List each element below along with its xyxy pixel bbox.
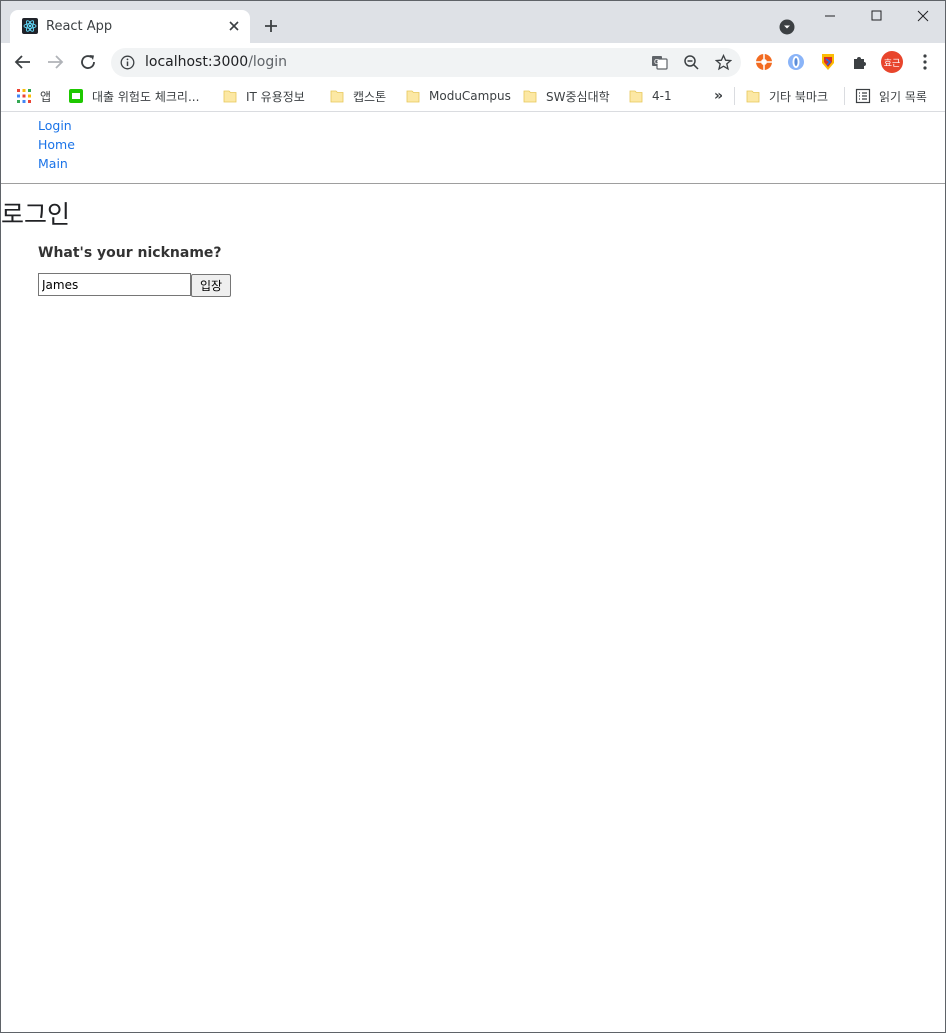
profile-avatar[interactable]: 효근 bbox=[881, 51, 903, 73]
bookmark-label: 캡스톤 bbox=[353, 89, 387, 104]
bookmark-star-icon[interactable] bbox=[714, 53, 733, 71]
tab-search-icon[interactable] bbox=[779, 19, 795, 35]
bookmark-item-4[interactable]: SW중심대학 bbox=[522, 86, 610, 106]
bookmark-other-label: 기타 북마크 bbox=[769, 89, 829, 104]
bookmark-item-1[interactable]: IT 유용정보 bbox=[222, 86, 305, 106]
svg-text:G: G bbox=[654, 58, 659, 66]
bookmarks-bar: 앱 대출 위험도 체크리... IT 유용정보 캡스톤 ModuCampus S… bbox=[1, 81, 945, 112]
bookmarks-divider bbox=[734, 87, 735, 105]
bookmark-item-2[interactable]: 캡스톤 bbox=[329, 86, 386, 106]
react-favicon-icon bbox=[22, 18, 38, 34]
folder-icon bbox=[523, 90, 537, 103]
nickname-input[interactable] bbox=[38, 273, 191, 296]
url-text: localhost:3000/login bbox=[145, 54, 287, 70]
menu-kebab-icon[interactable] bbox=[916, 53, 934, 71]
nickname-question-label: What's your nickname? bbox=[38, 245, 222, 261]
tab-close-icon[interactable] bbox=[226, 18, 242, 34]
tab-strip: React App bbox=[1, 1, 945, 43]
nav-link-home[interactable]: Home bbox=[38, 135, 75, 154]
bookmark-item-0[interactable]: 대출 위험도 체크리... bbox=[68, 86, 199, 106]
extension-shield-icon[interactable] bbox=[819, 53, 837, 71]
apps-grid-icon bbox=[17, 89, 31, 103]
window-close-icon[interactable] bbox=[899, 1, 945, 31]
bookmarks-overflow-chevron-icon[interactable]: » bbox=[714, 86, 723, 106]
app-nav: Login Home Main bbox=[38, 116, 75, 173]
bookmark-label: 대출 위험도 체크리... bbox=[92, 89, 200, 104]
folder-icon bbox=[223, 90, 237, 103]
extensions-puzzle-icon[interactable] bbox=[851, 53, 869, 71]
page-content: Login Home Main 로그인 What's your nickname… bbox=[1, 113, 945, 1032]
zoom-out-icon[interactable] bbox=[683, 54, 700, 71]
tab-title: React App bbox=[46, 19, 113, 34]
window-minimize-icon[interactable] bbox=[807, 1, 853, 31]
reading-list-label: 읽기 목록 bbox=[879, 89, 927, 104]
reload-icon[interactable] bbox=[78, 52, 98, 72]
bookmark-label: 4-1 bbox=[652, 89, 672, 103]
browser-window: React App localhost:3000/login G 효근 앱 대출… bbox=[0, 0, 946, 1033]
extension-orange-icon[interactable] bbox=[755, 53, 773, 71]
bookmark-item-3[interactable]: ModuCampus bbox=[405, 86, 511, 106]
enter-button[interactable]: 입장 bbox=[191, 274, 231, 297]
url-host: localhost:3000 bbox=[145, 54, 249, 70]
new-tab-plus-icon[interactable] bbox=[263, 18, 279, 34]
folder-icon bbox=[406, 90, 420, 103]
bookmark-label: ModuCampus bbox=[429, 89, 511, 103]
bookmark-apps-label: 앱 bbox=[40, 89, 52, 104]
folder-icon bbox=[746, 90, 760, 103]
back-arrow-icon[interactable] bbox=[13, 52, 33, 72]
address-bar[interactable]: localhost:3000/login G bbox=[111, 48, 741, 77]
bookmark-green-site-icon bbox=[69, 89, 83, 103]
translate-icon[interactable]: G bbox=[651, 54, 668, 71]
browser-toolbar: localhost:3000/login G 효근 bbox=[1, 43, 945, 81]
bookmarks-divider bbox=[844, 87, 845, 105]
bookmark-label: IT 유용정보 bbox=[246, 89, 305, 104]
window-maximize-icon[interactable] bbox=[853, 1, 899, 31]
reading-list-icon bbox=[855, 88, 871, 104]
nav-link-login[interactable]: Login bbox=[38, 116, 75, 135]
page-title: 로그인 bbox=[1, 200, 71, 229]
tab-react-app[interactable]: React App bbox=[10, 10, 250, 43]
bookmark-other[interactable]: 기타 북마크 bbox=[745, 86, 828, 106]
extension-blue-icon[interactable] bbox=[787, 53, 805, 71]
folder-icon bbox=[629, 90, 643, 103]
bookmark-apps[interactable]: 앱 bbox=[16, 86, 51, 106]
folder-icon bbox=[330, 90, 344, 103]
site-info-icon[interactable] bbox=[120, 55, 135, 70]
nav-link-main[interactable]: Main bbox=[38, 154, 75, 173]
forward-arrow-icon[interactable] bbox=[45, 52, 65, 72]
divider bbox=[1, 183, 945, 184]
bookmark-label: SW중심대학 bbox=[546, 89, 610, 104]
reading-list[interactable]: 읽기 목록 bbox=[855, 86, 927, 106]
url-path: /login bbox=[248, 54, 288, 70]
bookmark-item-5[interactable]: 4-1 bbox=[628, 86, 672, 106]
